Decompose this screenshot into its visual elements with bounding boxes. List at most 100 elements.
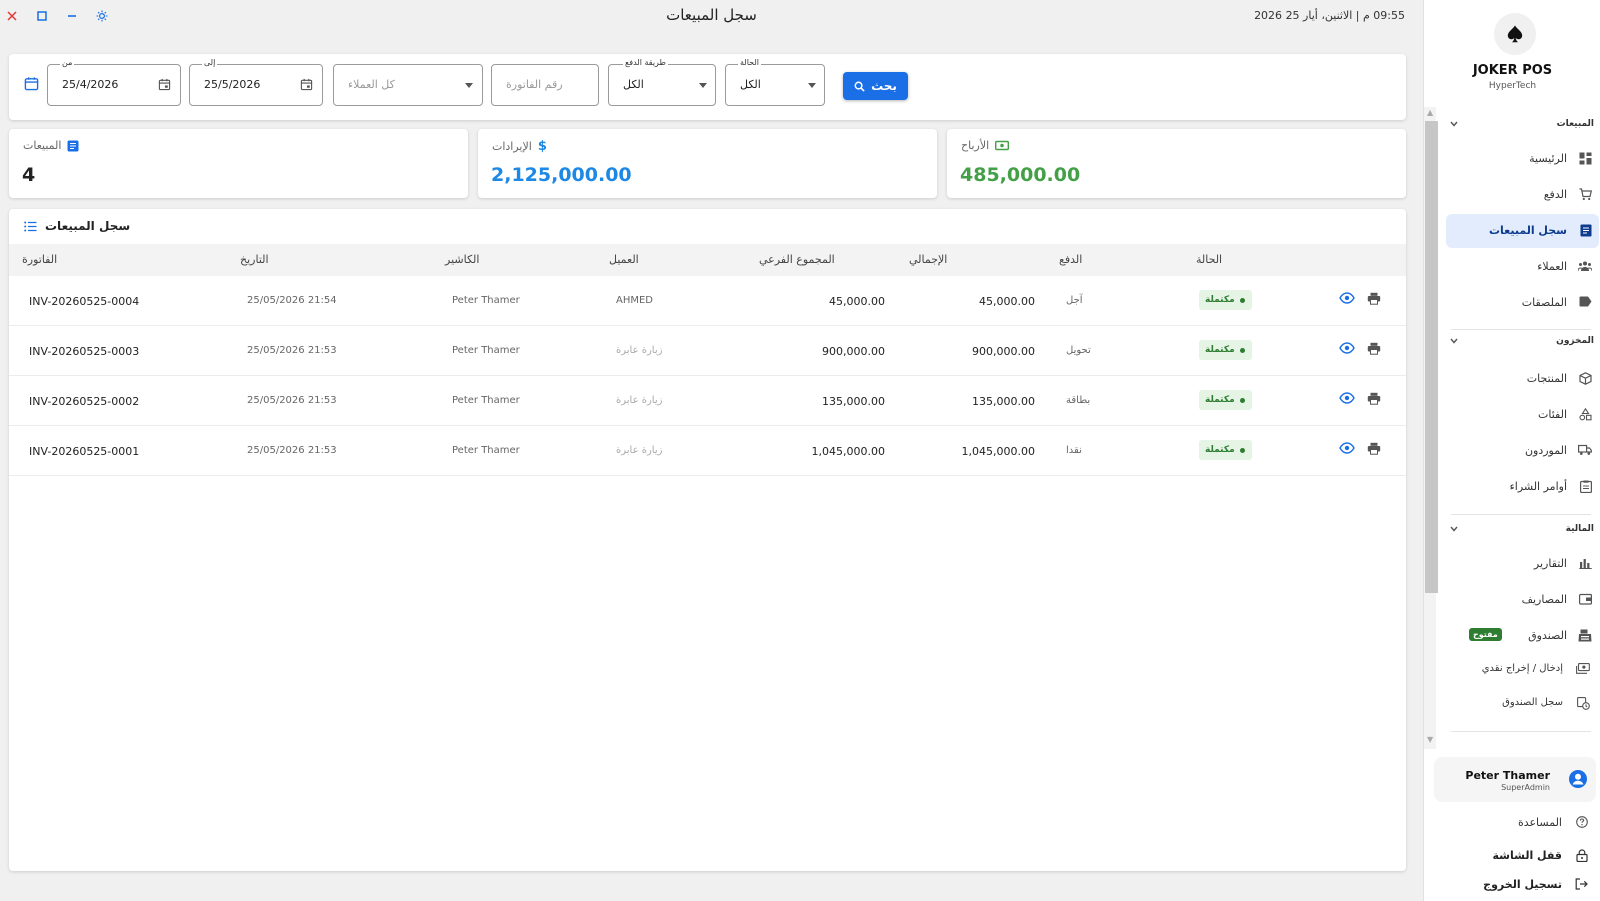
- section-sales[interactable]: المبيعات: [1444, 117, 1594, 137]
- scroll-down-icon[interactable]: ▼: [1427, 735, 1433, 744]
- section-label: المخزون: [1556, 336, 1594, 346]
- sidebar-item-cashbox-log[interactable]: سجل الصندوق: [1446, 687, 1599, 721]
- calendar-button[interactable]: [24, 76, 39, 91]
- customer-cell: AHMED: [616, 295, 654, 306]
- customer-select[interactable]: كل العملاء: [333, 64, 483, 106]
- to-date-field[interactable]: إلى 25/5/2026: [189, 58, 323, 106]
- sidebar-item-stickers[interactable]: الملصقات: [1446, 286, 1599, 320]
- subtotal-cell: 45,000.00: [829, 295, 885, 308]
- user-profile-card[interactable]: Peter Thamer SuperAdmin: [1434, 757, 1596, 802]
- customer-cell: زيارة عابرة: [616, 445, 663, 456]
- sidebar-item-customers[interactable]: العملاء: [1446, 250, 1599, 284]
- status-badge-label: مكتملة: [1205, 395, 1235, 405]
- date-picker-icon[interactable]: [158, 78, 171, 91]
- section-finance[interactable]: المالية: [1444, 522, 1594, 542]
- column-header-subtotal: المجموع الفرعي: [759, 253, 835, 266]
- profit-value: 485,000.00: [960, 164, 1081, 186]
- sidebar-item-label: سجل المبيعات: [1488, 224, 1567, 237]
- sidebar-item-label: المصاريف: [1521, 593, 1567, 606]
- view-icon[interactable]: [1339, 392, 1355, 404]
- table-header-row: الفاتورة التاريخ الكاشير العميل المجموع …: [9, 244, 1406, 276]
- total-cell: 1,045,000.00: [961, 445, 1035, 458]
- cash-icon: [995, 140, 1010, 151]
- print-icon[interactable]: [1367, 442, 1381, 455]
- print-icon[interactable]: [1367, 292, 1381, 305]
- label-icon: [1579, 296, 1592, 307]
- sales-table-header: سجل المبيعات: [24, 219, 130, 233]
- brand-subtitle: HyperTech: [1488, 81, 1537, 91]
- sidebar-item-cash-in-out[interactable]: إدخال / إخراج نقدي: [1446, 653, 1599, 687]
- from-date-value: 25/4/2026: [62, 78, 119, 91]
- search-button[interactable]: بحث: [843, 72, 908, 100]
- payment-method-select[interactable]: طريقة الدفع الكل: [608, 58, 716, 106]
- print-icon[interactable]: [1367, 392, 1381, 405]
- calendar-icon: [24, 77, 39, 91]
- subtotal-cell: 900,000.00: [822, 345, 885, 358]
- lock-screen-button[interactable]: قفل الشاشة: [1444, 842, 1596, 870]
- profit-label: الأرباح: [961, 139, 990, 152]
- sidebar-item-products[interactable]: المنتجات: [1446, 362, 1599, 396]
- cashier-cell: Peter Thamer: [452, 395, 520, 406]
- section-inventory[interactable]: المخزون: [1444, 334, 1594, 354]
- sidebar-item-sales-log[interactable]: سجل المبيعات: [1446, 214, 1599, 248]
- to-date-value: 25/5/2026: [204, 78, 261, 91]
- sidebar-item-label: سجل الصندوق: [1502, 697, 1563, 708]
- table-row[interactable]: INV-20260525-0001 25/05/2026 21:53 Peter…: [9, 426, 1406, 476]
- sidebar-item-cashbox[interactable]: الصندوق مفتوح: [1446, 619, 1599, 653]
- sales-table-card: سجل المبيعات الفاتورة التاريخ الكاشير ال…: [9, 209, 1406, 871]
- to-date-label: إلى: [202, 58, 218, 67]
- logout-button[interactable]: تسجيل الخروج: [1444, 871, 1596, 899]
- date-cell: 25/05/2026 21:53: [247, 345, 337, 356]
- total-cell: 900,000.00: [972, 345, 1035, 358]
- sidebar-item-reports[interactable]: التقارير: [1446, 547, 1599, 581]
- help-button[interactable]: المساعدة: [1444, 809, 1596, 837]
- sidebar-item-purchase-orders[interactable]: أوامر الشراء: [1446, 470, 1599, 504]
- sidebar-item-label: الرئيسية: [1529, 152, 1567, 165]
- scrollbar-thumb[interactable]: [1425, 121, 1438, 593]
- print-icon[interactable]: [1367, 342, 1381, 355]
- payment-cell: تحويل: [1066, 345, 1091, 356]
- sidebar-item-categories[interactable]: الفئات: [1446, 398, 1599, 432]
- sidebar-scrollbar[interactable]: ▲ ▼: [1424, 107, 1438, 749]
- table-row[interactable]: INV-20260525-0002 25/05/2026 21:53 Peter…: [9, 376, 1406, 426]
- cash-register-icon: [1578, 629, 1592, 642]
- receipt-icon: [1580, 224, 1592, 237]
- payment-cell: نقدا: [1066, 445, 1082, 456]
- sidebar-item-suppliers[interactable]: الموردون: [1446, 434, 1599, 468]
- date-picker-icon[interactable]: [300, 78, 313, 91]
- date-cell: 25/05/2026 21:53: [247, 445, 337, 456]
- invoice-number-input[interactable]: رقم الفاتورة: [491, 64, 599, 106]
- datetime-display: 09:55 م | الاثنين، أيار 25 2026: [1254, 9, 1405, 22]
- from-date-field[interactable]: من 25/4/2026: [47, 58, 181, 106]
- subtotal-cell: 135,000.00: [822, 395, 885, 408]
- sidebar-item-label: العملاء: [1537, 260, 1567, 273]
- cart-icon: [1579, 188, 1592, 201]
- table-row[interactable]: INV-20260525-0003 25/05/2026 21:53 Peter…: [9, 326, 1406, 376]
- view-icon[interactable]: [1339, 442, 1355, 454]
- revenue-label: الإيرادات: [492, 140, 532, 153]
- table-row[interactable]: INV-20260525-0004 25/05/2026 21:54 Peter…: [9, 276, 1406, 326]
- status-badge: مكتملة: [1199, 340, 1252, 360]
- sidebar-item-home[interactable]: الرئيسية: [1446, 142, 1599, 176]
- money-icon: [1576, 663, 1590, 674]
- status-badge-label: مكتملة: [1205, 345, 1235, 355]
- users-icon: [1578, 261, 1592, 272]
- help-label: المساعدة: [1517, 816, 1562, 829]
- sidebar-item-pay[interactable]: الدفع: [1446, 178, 1599, 212]
- status-select[interactable]: الحالة الكل: [725, 58, 825, 106]
- customer-cell: زبارة عابرة: [616, 345, 663, 356]
- total-cell: 135,000.00: [972, 395, 1035, 408]
- spade-icon: [1507, 25, 1523, 43]
- logout-icon: [1575, 878, 1588, 890]
- view-icon[interactable]: [1339, 292, 1355, 304]
- title-bar: سجل المبيعات 09:55 م | الاثنين، أيار 25 …: [0, 0, 1423, 34]
- window-title: سجل المبيعات: [666, 6, 757, 24]
- dropdown-caret-icon: [808, 83, 816, 88]
- sidebar-item-label: الدفع: [1543, 188, 1567, 201]
- sidebar-item-label: الملصقات: [1521, 296, 1567, 309]
- status-label: الحالة: [738, 58, 761, 67]
- sales-table-title: سجل المبيعات: [45, 219, 131, 233]
- view-icon[interactable]: [1339, 342, 1355, 354]
- sidebar-item-expenses[interactable]: المصاريف: [1446, 583, 1599, 617]
- scroll-up-icon[interactable]: ▲: [1427, 108, 1433, 117]
